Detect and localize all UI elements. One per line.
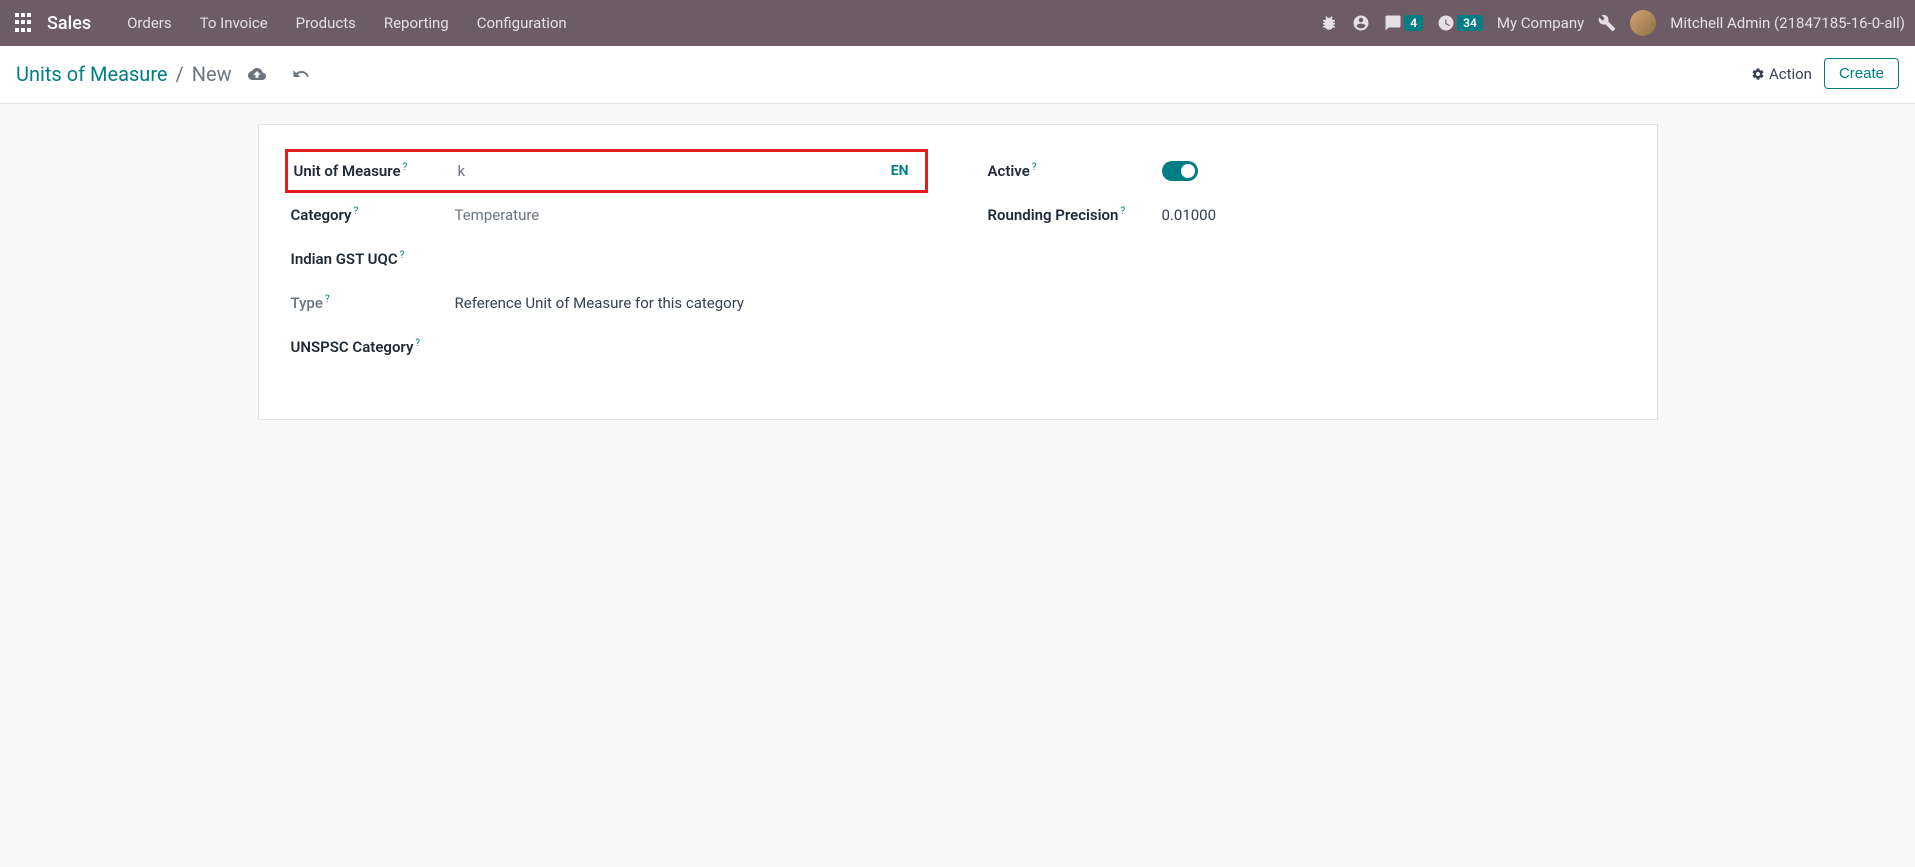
user-menu[interactable]: Mitchell Admin (21847185-16-0-all) <box>1670 14 1905 32</box>
rounding-value[interactable]: 0.01000 <box>1162 206 1625 224</box>
action-label: Action <box>1769 65 1812 83</box>
category-value[interactable]: Temperature <box>455 206 928 224</box>
lang-badge[interactable]: EN <box>891 163 909 179</box>
bug-icon[interactable] <box>1320 14 1338 32</box>
breadcrumb-current: New <box>192 62 232 86</box>
top-navbar: Sales Orders To Invoice Products Reporti… <box>0 0 1915 46</box>
gear-icon <box>1751 67 1765 81</box>
nav-reporting[interactable]: Reporting <box>370 14 463 32</box>
create-button[interactable]: Create <box>1824 58 1899 89</box>
company-selector[interactable]: My Company <box>1497 14 1584 32</box>
app-brand[interactable]: Sales <box>47 13 91 34</box>
type-label: Type? <box>291 294 455 312</box>
category-label: Category? <box>291 206 455 224</box>
nav-orders[interactable]: Orders <box>113 14 186 32</box>
form-sheet: Unit of Measure? k EN Category? Temperat… <box>258 124 1658 420</box>
active-label: Active? <box>988 162 1162 180</box>
gst-label: Indian GST UQC? <box>291 250 455 268</box>
activities-badge: 34 <box>1457 15 1483 31</box>
discard-icon[interactable] <box>292 65 310 83</box>
nav-products[interactable]: Products <box>282 14 370 32</box>
cloud-save-icon[interactable] <box>248 65 266 83</box>
type-value[interactable]: Reference Unit of Measure for this categ… <box>455 294 928 312</box>
chat-icon <box>1384 14 1402 32</box>
action-menu[interactable]: Action <box>1751 65 1812 83</box>
messages-badge: 4 <box>1404 15 1423 31</box>
tools-icon[interactable] <box>1598 14 1616 32</box>
breadcrumb-separator: / <box>176 62 184 86</box>
uom-value[interactable]: k <box>458 162 891 180</box>
unspsc-label: UNSPSC Category? <box>291 338 455 356</box>
avatar[interactable] <box>1630 10 1656 36</box>
field-uom-highlight: Unit of Measure? k EN <box>285 149 928 193</box>
messages-button[interactable]: 4 <box>1384 14 1423 32</box>
nav-to-invoice[interactable]: To Invoice <box>186 14 282 32</box>
breadcrumb: Units of Measure / New <box>16 62 310 86</box>
rounding-label: Rounding Precision? <box>988 206 1162 224</box>
control-panel: Units of Measure / New Action Create <box>0 46 1915 104</box>
apps-icon[interactable] <box>15 13 35 33</box>
activities-button[interactable]: 34 <box>1437 14 1483 32</box>
breadcrumb-parent[interactable]: Units of Measure <box>16 62 168 86</box>
uom-label: Unit of Measure? <box>294 162 458 180</box>
active-toggle[interactable] <box>1162 161 1198 181</box>
nav-configuration[interactable]: Configuration <box>463 14 581 32</box>
support-icon[interactable] <box>1352 14 1370 32</box>
clock-icon <box>1437 14 1455 32</box>
